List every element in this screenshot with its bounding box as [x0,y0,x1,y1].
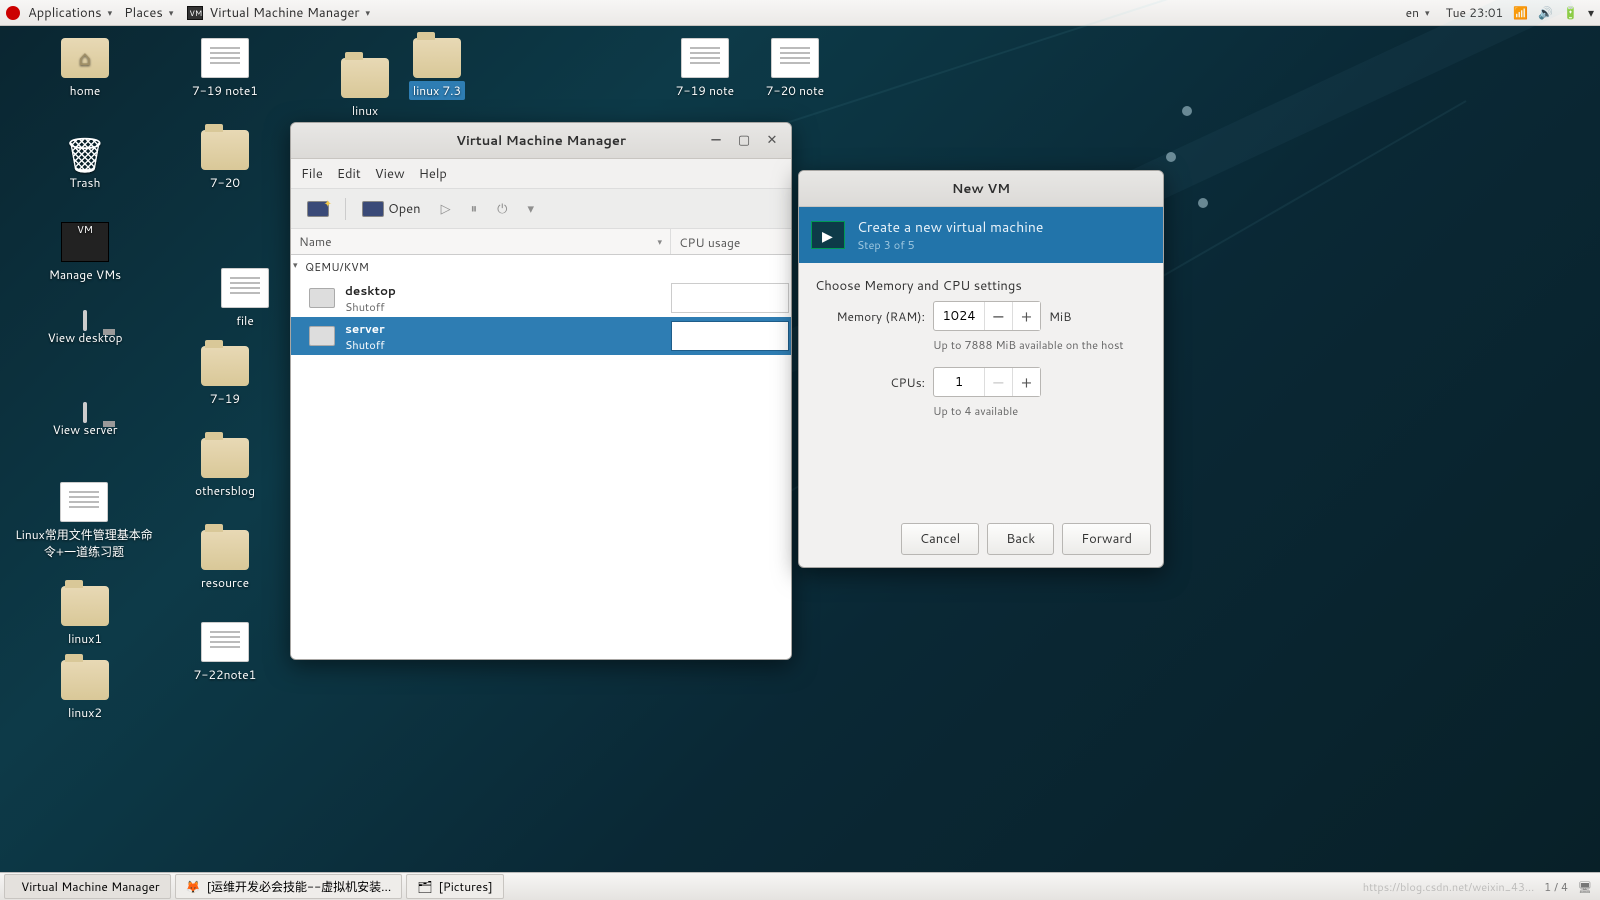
menu-view[interactable]: View [375,165,405,183]
desktop-icon-folder-linux73[interactable]: linux 7.3 [382,38,492,99]
lang-indicator[interactable]: en [1400,4,1436,21]
vm-thumb-icon [309,326,335,346]
newvm-header: Create a new virtual machine Step 3 of 5 [799,207,1163,263]
cpu-label: CPUs: [815,374,925,391]
bottom-panel: Virtual Machine Manager 🦊[运维开发必会技能--虚拟机安… [0,872,1600,900]
vm-thumb-icon [309,288,335,308]
desktop-icon-note720[interactable]: 7-20 note [740,38,850,99]
cpu-graph [671,321,789,351]
cpu-graph [671,283,789,313]
new-vm-button[interactable] [299,197,337,221]
top-menu-bar: Applications Places Virtual Machine Mana… [0,0,1600,26]
col-cpu[interactable]: CPU usage [671,229,791,254]
places-menu[interactable]: Places [118,4,179,22]
desktop-icon-linux-doc[interactable]: Linux常用文件管理基本命令+一道练习题 [14,482,154,560]
desktop-icon-note722[interactable]: 7-22note1 [170,622,280,683]
cpu-hint: Up to 4 available [933,403,1147,419]
cancel-button[interactable]: Cancel [901,523,979,555]
desktop-icon-home[interactable]: home [30,38,140,99]
desktop-icon-folder-720[interactable]: 7-20 [170,130,280,191]
newvm-titlebar[interactable]: New VM [799,171,1163,207]
shutdown-button[interactable]: ⏻ [489,196,515,222]
desktop-icon-folder-othersblog[interactable]: othersblog [170,438,280,499]
cpu-increment[interactable]: + [1012,368,1040,396]
memory-spinner: − + [933,301,1041,331]
header-step: Step 3 of 5 [857,237,1043,253]
vm-row-server[interactable]: serverShutoff [291,317,791,355]
applications-menu[interactable]: Applications [22,4,118,22]
firefox-icon: 🦊 [186,878,201,895]
memory-increment[interactable]: + [1012,302,1040,330]
connection-group[interactable]: QEMU/KVM [291,255,791,279]
cpu-spinner: − + [933,367,1041,397]
close-button[interactable]: ✕ [763,132,781,150]
desktop-icon-folder-linux2[interactable]: linux2 [30,660,140,721]
maximize-button[interactable]: ▢ [735,132,753,150]
show-desktop-icon[interactable]: 🖥 [1578,879,1592,895]
app-menu[interactable]: Virtual Machine Manager [203,4,376,22]
files-icon: 🗂 [417,878,432,895]
minimize-button[interactable]: — [707,132,725,150]
desktop-icon-view-server[interactable]: View server [30,404,140,438]
vmm-toolbar: Open ▷ ⏸ ⏻ ▾ [291,189,791,229]
menu-file[interactable]: File [301,165,323,183]
desktop-icon-note[interactable]: 7-19 note1 [170,38,280,99]
new-vm-dialog: New VM Create a new virtual machine Step… [798,170,1164,568]
desktop-icon-manage-vms[interactable]: VMManage VMs [30,222,140,283]
newvm-title: New VM [952,180,1010,198]
task-vmm[interactable]: Virtual Machine Manager [4,874,171,899]
task-firefox[interactable]: 🦊[运维开发必会技能--虚拟机安装... [175,874,403,899]
memory-hint: Up to 7888 MiB available on the host [933,337,1147,353]
header-title: Create a new virtual machine [857,217,1043,237]
desktop-icon-file[interactable]: file [190,268,300,329]
memory-decrement[interactable]: − [984,302,1012,330]
shutdown-menu-button[interactable]: ▾ [519,196,542,222]
task-pictures[interactable]: 🗂[Pictures] [406,874,503,899]
cpu-input[interactable] [934,373,984,391]
vmm-column-headers: Name▾ CPU usage [291,229,791,255]
desktop-icon-folder-linux1[interactable]: linux1 [30,586,140,647]
vmm-title: Virtual Machine Manager [456,132,626,150]
memory-unit: MiB [1049,308,1071,325]
desktop-icon-trash[interactable]: Trash [30,130,140,191]
workspace-pager[interactable]: 1 / 4 [1544,879,1568,895]
open-vm-button[interactable]: Open [354,196,429,222]
vm-row-desktop[interactable]: desktopShutoff [291,279,791,317]
run-button[interactable]: ▷ [433,196,459,222]
power-icon[interactable]: ▾ [1588,4,1594,21]
memory-input[interactable] [934,307,984,325]
dialog-buttons: Cancel Back Forward [901,523,1151,555]
col-name[interactable]: Name▾ [291,229,671,254]
vmm-titlebar[interactable]: Virtual Machine Manager — ▢ ✕ [291,123,791,159]
forward-button[interactable]: Forward [1062,523,1151,555]
new-vm-icon [307,201,329,217]
desktop-icon-folder-719[interactable]: 7-19 [170,346,280,407]
watermark: https://blog.csdn.net/weixin_43... [1363,879,1534,895]
monitor-icon [362,201,384,217]
vm-list: QEMU/KVM desktopShutoff serverShutoff [291,255,791,659]
desktop-icon-folder-resource[interactable]: resource [170,530,280,591]
back-button[interactable]: Back [987,523,1054,555]
vmm-menubar: File Edit View Help [291,159,791,189]
vmm-window: Virtual Machine Manager — ▢ ✕ File Edit … [290,122,792,660]
section-label: Choose Memory and CPU settings [815,277,1147,295]
vmm-app-icon [187,6,203,20]
cpu-decrement[interactable]: − [984,368,1012,396]
sort-icon: ▾ [657,235,662,248]
newvm-body: Choose Memory and CPU settings Memory (R… [799,263,1163,433]
create-vm-icon [811,221,845,249]
desktop-icon-view-desktop[interactable]: View desktop [30,312,140,346]
pause-button[interactable]: ⏸ [463,196,486,222]
distro-icon [6,6,20,20]
menu-help[interactable]: Help [419,165,447,183]
memory-label: Memory (RAM): [815,308,925,325]
menu-edit[interactable]: Edit [337,165,361,183]
